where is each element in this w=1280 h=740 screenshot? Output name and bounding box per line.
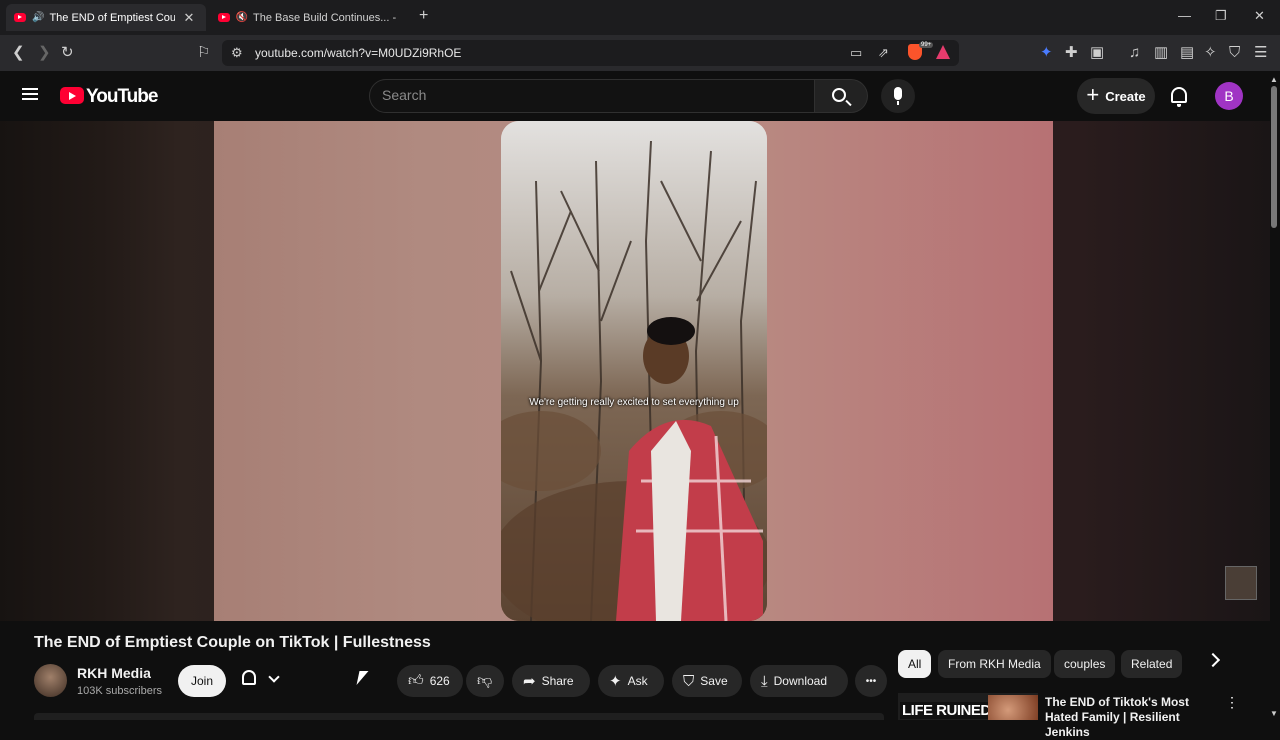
extensions-icon[interactable]: ✚ bbox=[1065, 44, 1078, 62]
mouse-cursor-icon bbox=[356, 671, 369, 685]
thumbnail-text: LIFE RUINED bbox=[900, 702, 993, 719]
sparkle-icon: ✦ bbox=[609, 673, 622, 690]
video-frame[interactable]: We're getting really excited to set ever… bbox=[501, 121, 767, 621]
close-tab-icon[interactable]: ✕ bbox=[183, 10, 194, 26]
chip-all[interactable]: All bbox=[898, 650, 932, 678]
subscriber-count: 103K subscribers bbox=[77, 685, 162, 697]
brave-rewards-icon[interactable] bbox=[936, 45, 950, 59]
chevron-down-icon[interactable] bbox=[268, 671, 280, 683]
subscription-bell-icon[interactable] bbox=[242, 670, 256, 685]
tab-inactive[interactable]: 🔇 The Base Build Continues... - You bbox=[210, 4, 406, 31]
search-icon bbox=[832, 88, 846, 102]
save-button[interactable]: ⛉ Save bbox=[672, 665, 742, 697]
media-icon[interactable]: ♫ bbox=[1129, 44, 1140, 62]
browser-menu-icon[interactable]: ☰ bbox=[1254, 44, 1267, 62]
like-button[interactable]: 👍︎ 626 bbox=[397, 665, 463, 697]
page-scrollbar-thumb[interactable] bbox=[1271, 86, 1277, 228]
site-info-icon[interactable]: ⚙ bbox=[231, 45, 243, 61]
chip-related[interactable]: Related bbox=[1121, 650, 1183, 678]
youtube-header: YouTube + Create B bbox=[0, 71, 1280, 121]
share-icon: ➦ bbox=[523, 673, 536, 690]
scroll-up-arrow-icon[interactable]: ▲ bbox=[1270, 75, 1278, 84]
thumbs-up-icon: 👍︎ bbox=[408, 672, 424, 689]
thumbnail-face bbox=[988, 695, 1038, 720]
tab-active[interactable]: 🔊 The END of Emptiest Couple ✕ bbox=[6, 4, 206, 31]
create-button[interactable]: + Create bbox=[1077, 78, 1155, 114]
share-button[interactable]: ➦ Share bbox=[512, 665, 590, 697]
browser-tabstrip: 🔊 The END of Emptiest Couple ✕ 🔇 The Bas… bbox=[0, 0, 1280, 35]
recommendation-title[interactable]: The END of Tiktok's Most Hated Family | … bbox=[1045, 695, 1215, 740]
share-page-icon[interactable]: ⇗ bbox=[878, 45, 889, 61]
video-caption: We're getting really excited to set ever… bbox=[529, 397, 739, 408]
ask-label: Ask bbox=[627, 674, 648, 688]
download-button[interactable]: ⤓ Download bbox=[750, 665, 848, 697]
wallet-icon[interactable]: ▤ bbox=[1180, 44, 1194, 62]
more-vert-icon[interactable]: ⋮ bbox=[1225, 694, 1239, 711]
more-actions-button[interactable]: ••• bbox=[855, 665, 887, 697]
account-avatar[interactable]: B bbox=[1215, 82, 1243, 110]
dislike-button[interactable]: 👎︎ bbox=[466, 665, 504, 697]
sidebar-icon[interactable]: ▥ bbox=[1154, 44, 1168, 62]
ask-button[interactable]: ✦ Ask bbox=[598, 665, 664, 697]
share-label: Share bbox=[541, 674, 574, 688]
create-label: Create bbox=[1105, 88, 1146, 104]
chevron-right-icon[interactable] bbox=[1205, 652, 1221, 668]
chip-from-rkh-media[interactable]: From RKH Media bbox=[938, 650, 1051, 678]
youtube-favicon-icon bbox=[218, 13, 230, 22]
forward-icon[interactable]: ❯ bbox=[38, 44, 51, 62]
join-button[interactable]: Join bbox=[178, 665, 226, 697]
bookmark-save-icon: ⛉ bbox=[683, 672, 695, 690]
download-icon: ⤓ bbox=[761, 672, 768, 690]
youtube-logo-icon[interactable] bbox=[60, 87, 84, 104]
cast-icon[interactable]: ▭ bbox=[850, 45, 862, 61]
channel-watermark-icon[interactable] bbox=[1225, 566, 1257, 600]
chip-couples[interactable]: couples bbox=[1054, 650, 1116, 678]
description-box-edge bbox=[34, 713, 884, 720]
tab-title: The END of Emptiest Couple bbox=[49, 11, 176, 24]
channel-name[interactable]: RKH Media bbox=[77, 665, 151, 681]
scroll-down-arrow-icon[interactable]: ▼ bbox=[1270, 709, 1278, 718]
video-title: The END of Emptiest Couple on TikTok | F… bbox=[34, 634, 431, 651]
url-text[interactable]: youtube.com/watch?v=M0UDZi9RhOE bbox=[255, 46, 461, 60]
microphone-icon bbox=[894, 87, 902, 105]
close-window-button[interactable]: ✕ bbox=[1254, 8, 1265, 24]
new-tab-button[interactable]: + bbox=[419, 7, 428, 25]
video-player[interactable]: We're getting really excited to set ever… bbox=[214, 121, 1053, 621]
voice-search-button[interactable] bbox=[881, 79, 915, 113]
reload-icon[interactable]: ↻ bbox=[61, 44, 74, 62]
minimize-button[interactable]: — bbox=[1178, 8, 1191, 23]
recommendation-thumbnail[interactable]: LIFE RUINED bbox=[898, 693, 1038, 720]
menu-icon[interactable] bbox=[22, 88, 38, 100]
youtube-wordmark[interactable]: YouTube bbox=[86, 86, 158, 108]
muted-speaker-icon[interactable]: 🔇 bbox=[236, 12, 248, 23]
search-button[interactable] bbox=[815, 79, 868, 113]
back-icon[interactable]: ❮ bbox=[12, 44, 25, 62]
notifications-icon[interactable] bbox=[1171, 87, 1187, 107]
download-label: Download bbox=[773, 674, 828, 688]
tab-title: The Base Build Continues... - You bbox=[253, 11, 398, 24]
vpn-icon[interactable]: ✦ bbox=[1040, 44, 1053, 62]
plus-icon: + bbox=[1086, 82, 1100, 107]
leo-ai-icon[interactable]: ✧ bbox=[1204, 44, 1217, 62]
save-label: Save bbox=[700, 674, 728, 688]
youtube-favicon-icon bbox=[14, 13, 26, 22]
search-box[interactable] bbox=[369, 79, 815, 113]
bookmark-icon[interactable]: ⚐ bbox=[197, 44, 210, 62]
like-count: 626 bbox=[429, 674, 450, 688]
browser-toolbar: ❮ ❯ ↻ ⚐ ⚙ youtube.com/watch?v=M0UDZi9RhO… bbox=[0, 35, 1280, 71]
search-input[interactable] bbox=[382, 87, 802, 103]
thumbs-down-icon: 👎︎ bbox=[477, 672, 493, 689]
restore-button[interactable]: ❐ bbox=[1215, 8, 1227, 24]
video-scene bbox=[501, 121, 767, 621]
speaker-icon[interactable]: 🔊 bbox=[32, 12, 44, 23]
address-bar[interactable]: ⚙ youtube.com/watch?v=M0UDZi9RhOE ▭ ⇗ 99… bbox=[222, 40, 959, 66]
vpn-shield-icon[interactable]: ⛉ bbox=[1229, 44, 1240, 62]
channel-avatar[interactable] bbox=[34, 664, 67, 697]
screenshot-icon[interactable]: ▣ bbox=[1090, 44, 1104, 62]
shield-count-badge: 99+ bbox=[919, 42, 934, 48]
